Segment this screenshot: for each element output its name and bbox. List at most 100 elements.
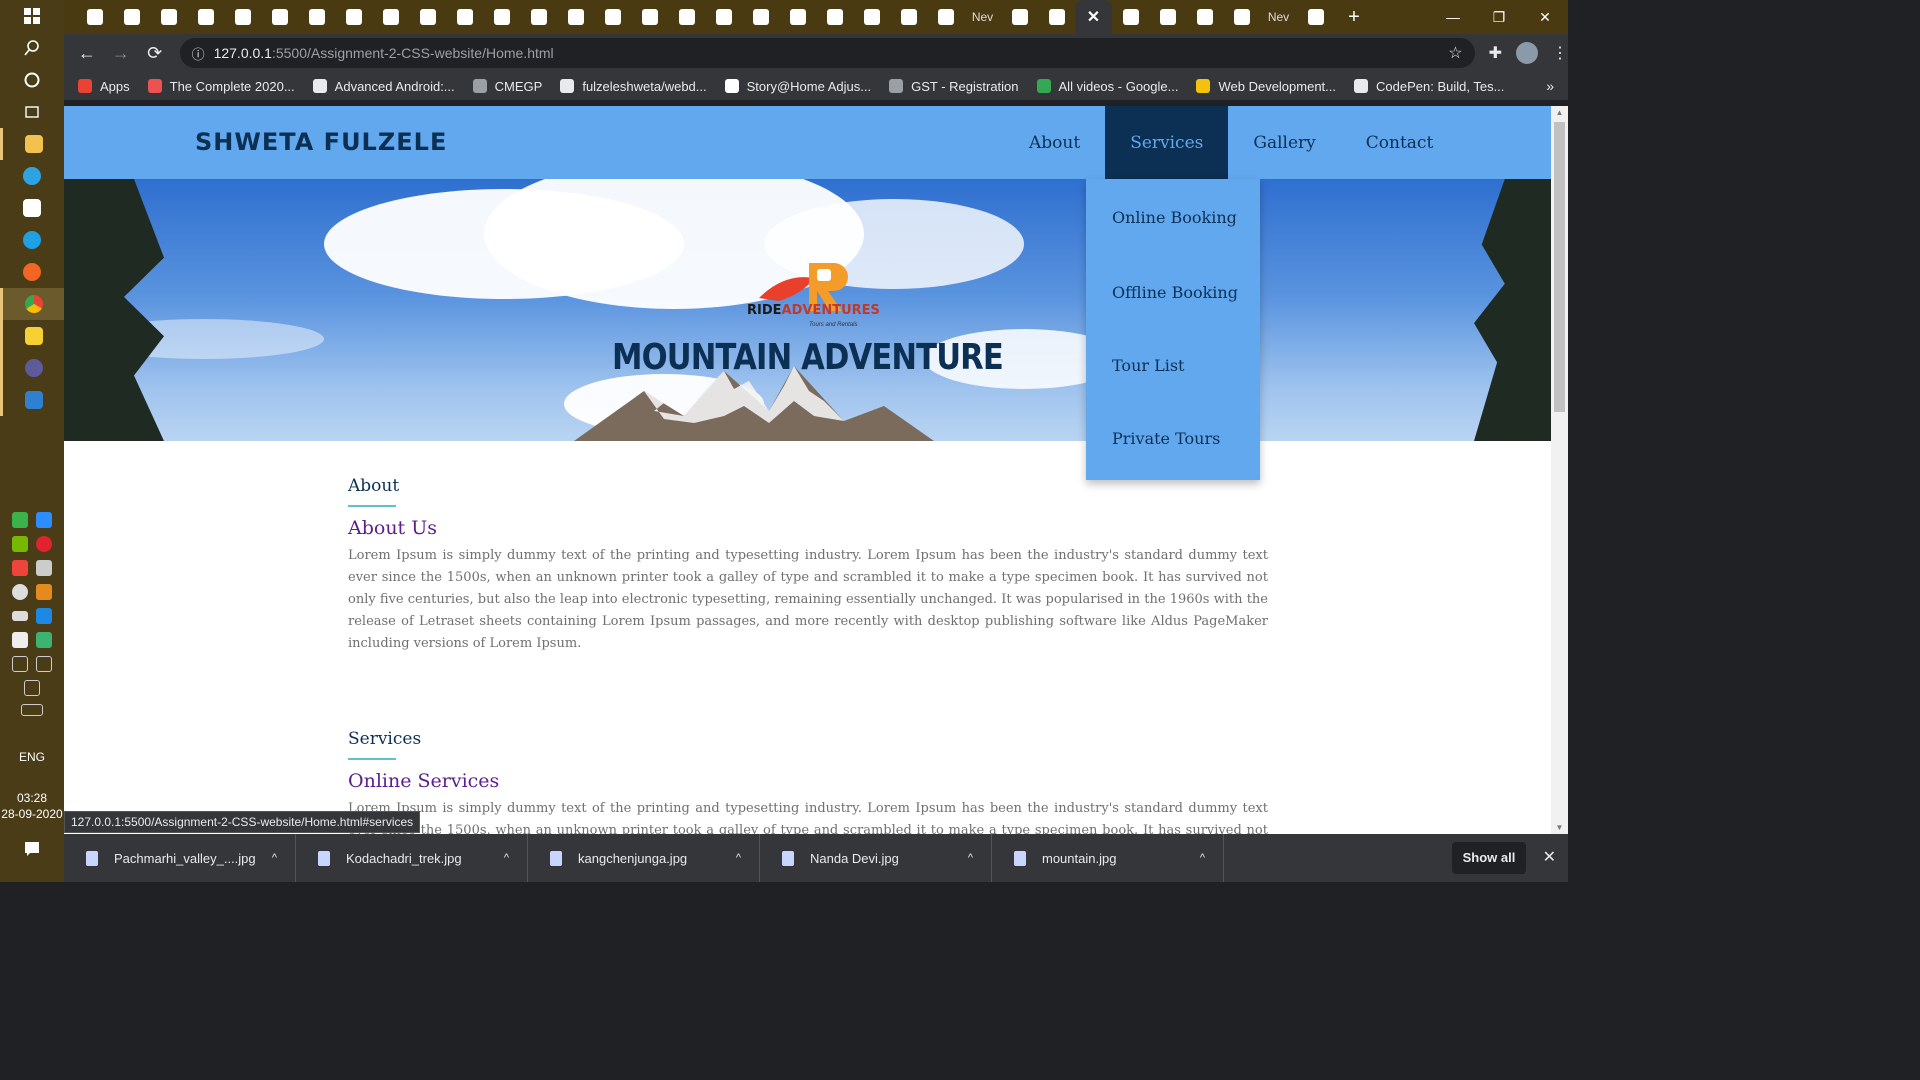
tab-18[interactable] [742,0,779,34]
tab-16[interactable] [668,0,705,34]
restore-icon[interactable]: ❐ [1476,0,1522,34]
download-item[interactable]: mountain.jpg ^ [992,834,1224,882]
opera-icon[interactable] [36,536,52,552]
chevron-up-icon[interactable]: ^ [1200,852,1205,864]
tab-0[interactable] [76,0,113,34]
bookmark-item[interactable]: All videos - Google... [1036,79,1178,94]
bookmark-item[interactable]: GST - Registration [889,79,1019,94]
tab-8[interactable] [372,0,409,34]
scroll-up-icon[interactable]: ▲ [1551,108,1568,117]
show-all-button[interactable]: Show all [1452,842,1526,874]
windows-start-icon[interactable] [0,0,64,32]
chevron-up-icon[interactable]: ^ [736,852,741,864]
bookmark-item[interactable]: CodePen: Build, Tes... [1354,79,1504,94]
volume-muted-icon[interactable] [36,656,52,672]
reload-button[interactable]: ⟳ [138,43,172,64]
chevron-up-icon[interactable]: ^ [504,852,509,864]
tab-11[interactable] [483,0,520,34]
anydesk-icon[interactable] [12,560,28,576]
tab-23[interactable] [927,0,964,34]
tab-13[interactable] [557,0,594,34]
qbittorrent-icon[interactable] [36,632,52,648]
tab-21[interactable] [853,0,890,34]
sticky-notes-icon[interactable] [0,320,64,352]
download-item[interactable]: Kodachadri_trek.jpg ^ [296,834,528,882]
task-view-icon[interactable] [0,96,64,128]
tab-19[interactable] [779,0,816,34]
wechat-icon[interactable] [12,512,28,528]
profile-avatar[interactable] [1515,42,1538,64]
nav-gallery[interactable]: Gallery [1228,106,1340,179]
file-explorer-icon[interactable] [0,128,64,160]
tab-10[interactable] [446,0,483,34]
language-indicator[interactable]: ENG [0,750,64,764]
clock[interactable]: 03:28 28-09-2020 [0,790,64,822]
address-bar[interactable]: ⓘ 127.0.0.1:5500/Assignment-2-CSS-websit… [179,38,1475,68]
edge-icon[interactable] [0,160,64,192]
pen-workspace-icon[interactable] [24,680,40,696]
bookmark-item[interactable]: fulzeleshweta/webd... [560,79,707,94]
tab-14[interactable] [594,0,631,34]
touch-keyboard-icon[interactable] [21,704,43,716]
bookmark-item[interactable]: Advanced Android:... [312,79,455,94]
scrollbar-thumb[interactable] [1554,122,1565,412]
tab-after-5[interactable] [1297,0,1334,34]
site-info-icon[interactable]: ⓘ [192,44,214,63]
notification-center-icon[interactable] [0,840,64,863]
download-item[interactable]: Nanda Devi.jpg ^ [760,834,992,882]
java-icon[interactable] [36,584,52,600]
nav-contact[interactable]: Contact [1341,106,1459,179]
bookmark-item[interactable]: Story@Home Adjus... [724,79,871,94]
onedrive-icon[interactable] [12,584,28,600]
tab-after-3[interactable] [1223,0,1260,34]
tab-25[interactable] [1001,0,1038,34]
chrome-icon[interactable] [0,288,64,320]
tab-24[interactable]: Nev [964,0,1001,34]
paint-icon[interactable] [0,256,64,288]
zoom-icon[interactable] [36,512,52,528]
new-tab-button[interactable]: + [1334,6,1374,29]
store-icon[interactable] [0,192,64,224]
scroll-down-icon[interactable]: ▼ [1551,823,1568,832]
minimize-icon[interactable]: — [1430,0,1476,34]
cortana-icon[interactable] [0,64,64,96]
bookmark-star-icon[interactable]: ☆ [1448,43,1462,63]
tab-7[interactable] [335,0,372,34]
vscode-icon[interactable] [0,384,64,416]
bookmark-item[interactable]: The Complete 2020... [147,79,295,94]
nvidia-icon[interactable] [12,536,28,552]
tab-after-2[interactable] [1186,0,1223,34]
bookmarks-overflow-icon[interactable]: » [1546,78,1554,94]
tab-after-4[interactable]: Nev [1260,0,1297,34]
dropdown-private-tours[interactable]: Private Tours [1086,402,1260,475]
tab-6[interactable] [298,0,335,34]
menu-kebab-icon[interactable]: ⋮ [1552,43,1568,63]
close-shelf-icon[interactable]: ✕ [1543,847,1556,867]
tab-after-0[interactable] [1112,0,1149,34]
nav-about[interactable]: About [1004,106,1105,179]
tab-15[interactable] [631,0,668,34]
download-item[interactable]: kangchenjunga.jpg ^ [528,834,760,882]
dropdown-online-booking[interactable]: Online Booking [1086,179,1260,256]
chevron-up-icon[interactable]: ^ [968,852,973,864]
bluetooth-icon[interactable] [36,608,52,624]
tab-4[interactable] [224,0,261,34]
site-brand[interactable]: SHWETA FULZELE [195,128,447,156]
page-scrollbar[interactable]: ▲ ▼ [1551,106,1568,834]
tab-26[interactable] [1038,0,1075,34]
dropdown-offline-booking[interactable]: Offline Booking [1086,256,1260,329]
bookmark-item[interactable]: Web Development... [1196,79,1336,94]
recorder-icon[interactable] [0,352,64,384]
wifi-icon[interactable] [12,656,28,672]
tab-12[interactable] [520,0,557,34]
bookmark-item[interactable]: CMEGP [472,79,542,94]
skype-icon[interactable] [0,224,64,256]
tab-current[interactable]: ✕ [1075,0,1112,34]
nav-services[interactable]: Services [1105,106,1229,179]
search-icon[interactable] [0,32,64,64]
tab-17[interactable] [705,0,742,34]
extensions-icon[interactable]: ✚ [1489,43,1502,63]
tab-5[interactable] [261,0,298,34]
close-window-icon[interactable]: ✕ [1522,0,1568,34]
chevron-up-icon[interactable]: ^ [272,852,277,864]
